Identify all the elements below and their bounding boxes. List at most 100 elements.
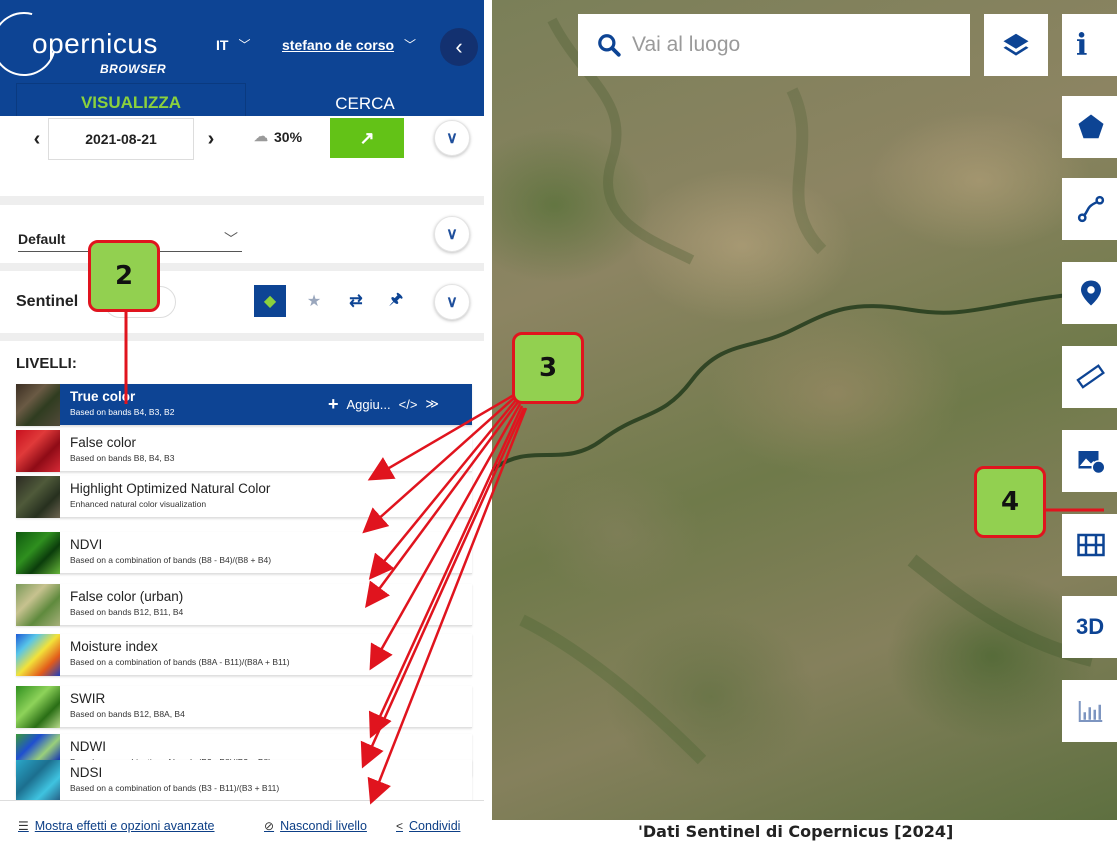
histogram-button[interactable]: [1062, 680, 1117, 742]
header: opernicus BROWSER IT ﹀ stefano de corso …: [0, 0, 484, 128]
annotation-callout-2: 2: [88, 240, 160, 312]
pin-icon[interactable]: 🖈: [380, 285, 412, 317]
divider: [0, 333, 484, 341]
layer-title: False color: [70, 435, 137, 450]
layer-title: Moisture index: [70, 639, 158, 654]
layer-thumbnail: [16, 760, 60, 802]
map-terrain: [492, 17, 1117, 765]
info-button[interactable]: i: [1062, 14, 1117, 76]
date-input[interactable]: 2021-08-21: [48, 118, 194, 160]
star-icon[interactable]: ★: [298, 285, 330, 317]
hide-layer-link[interactable]: ⊘ Nascondi livello: [264, 819, 367, 833]
theme-value: Default: [18, 230, 66, 247]
area-tool-button[interactable]: [1062, 96, 1117, 158]
poi-tool-button[interactable]: [1062, 262, 1117, 324]
image-download-icon: [1078, 451, 1106, 475]
arrow-up-right-icon: ↗: [359, 127, 375, 148]
distance-icon: [1077, 195, 1105, 223]
share-link[interactable]: < Condividi: [396, 819, 460, 833]
cloud-icon: ☁: [254, 128, 268, 144]
chevron-double-down-icon[interactable]: ≫: [425, 396, 439, 412]
chevron-down-icon: ∨: [446, 294, 458, 311]
hide-layer-label: Nascondi livello: [280, 819, 367, 833]
user-name: stefano de corso: [282, 36, 395, 53]
distance-tool-button[interactable]: [1062, 178, 1117, 240]
3d-view-button[interactable]: 3D: [1062, 596, 1117, 658]
chevron-down-icon: ﹀: [404, 38, 417, 52]
code-icon[interactable]: </>: [399, 397, 418, 412]
layer-description: Based on bands B12, B11, B4: [70, 607, 184, 617]
layer-actions: + Aggiu... </> ≫: [328, 395, 439, 413]
layer-description: Enhanced natural color visualization: [70, 499, 207, 509]
layer-title: False color (urban): [70, 589, 184, 604]
layer-description: Based on bands B4, B3, B2: [70, 407, 175, 417]
language-select[interactable]: IT ﹀: [216, 36, 250, 53]
compare-icon[interactable]: ⇄: [340, 285, 372, 317]
chevron-down-icon: ﹀: [238, 38, 251, 52]
timelapse-button[interactable]: [1062, 514, 1117, 576]
share-icon: <: [396, 819, 404, 833]
ruler-icon: [1076, 364, 1105, 389]
app-root: opernicus BROWSER IT ﹀ stefano de corso …: [0, 0, 1117, 846]
layer-item-swir[interactable]: SWIR Based on bands B12, B8A, B4: [16, 686, 472, 728]
divider: [0, 197, 484, 205]
logo-subtitle: BROWSER: [100, 62, 167, 76]
layer-item-false-color[interactable]: False color Based on bands B8, B4, B3: [16, 430, 472, 472]
cloud-cover-filter[interactable]: ☁ 30%: [254, 128, 302, 145]
layer-item-highlight[interactable]: Highlight Optimized Natural Color Enhanc…: [16, 476, 472, 518]
search-icon: [598, 34, 621, 57]
layer-thumbnail: [16, 430, 60, 472]
layer-thumbnail: [16, 686, 60, 728]
layer-title: True color: [70, 389, 136, 404]
add-to-compare-button[interactable]: Aggiu...: [347, 397, 391, 412]
chevron-right-icon: ›: [207, 127, 215, 150]
layer-description: Based on bands B8, B4, B3: [70, 453, 175, 463]
layers-heading: LIVELLI:: [16, 355, 77, 372]
layer-thumbnail: [16, 584, 60, 626]
layer-item-true-color[interactable]: True color Based on bands B4, B3, B2 + A…: [16, 384, 472, 426]
polygon-icon: [1078, 114, 1104, 139]
map-layers-button[interactable]: [984, 14, 1048, 76]
layer-thumbnail: [16, 476, 60, 518]
layer-title: NDVI: [70, 537, 103, 552]
annotation-callout-3: 3: [512, 332, 584, 404]
layers-icon[interactable]: ◆: [254, 285, 286, 317]
layers-icon: [1003, 33, 1029, 56]
collapse-sidebar-button[interactable]: ‹: [440, 28, 478, 66]
search-input[interactable]: [632, 33, 932, 57]
layer-description: Based on a combination of bands (B8A - B…: [70, 657, 290, 667]
info-icon: i: [1076, 27, 1088, 63]
annotation-callout-4: 4: [974, 466, 1046, 538]
cloud-cover-value: 30%: [274, 128, 303, 145]
layer-item-false-color-urban[interactable]: False color (urban) Based on bands B12, …: [16, 584, 472, 626]
layer-thumbnail: [16, 384, 60, 426]
layer-title: SWIR: [70, 691, 106, 706]
share-label: Condividi: [409, 819, 461, 833]
layer-item-moisture-index[interactable]: Moisture index Based on a combination of…: [16, 634, 472, 676]
layer-item-ndvi[interactable]: NDVI Based on a combination of bands (B8…: [16, 532, 472, 574]
histogram-icon: [1078, 701, 1103, 722]
chevron-down-icon: ﹀: [224, 230, 238, 247]
layer-description: Based on a combination of bands (B8 - B4…: [70, 555, 272, 565]
expand-theme-button[interactable]: ∨: [434, 216, 470, 252]
advanced-options-link[interactable]: ☰ Mostra effetti e opzioni avanzate: [18, 819, 215, 833]
user-menu[interactable]: stefano de corso ﹀: [282, 36, 416, 53]
logo-text: opernicus: [32, 28, 158, 59]
language-value: IT: [216, 36, 229, 53]
measure-tool-button[interactable]: [1062, 346, 1117, 408]
expand-source-button[interactable]: ∨: [434, 284, 470, 320]
layer-item-ndsi[interactable]: NDSI Based on a combination of bands (B3…: [16, 760, 472, 802]
plus-icon[interactable]: +: [328, 395, 339, 413]
chevron-down-icon: ∨: [446, 226, 458, 243]
chevron-left-icon: ‹: [33, 127, 41, 150]
sliders-icon: ☰: [18, 819, 29, 833]
next-date-button[interactable]: ›: [196, 124, 226, 154]
copernicus-logo[interactable]: opernicus BROWSER: [0, 0, 180, 88]
location-search[interactable]: [578, 14, 970, 76]
image-download-button[interactable]: [1062, 430, 1117, 492]
poi-icon: [1081, 280, 1101, 306]
map-view[interactable]: i: [492, 0, 1117, 820]
expand-date-button[interactable]: ∨: [434, 120, 470, 156]
chevron-left-icon: ‹: [455, 34, 463, 59]
search-date-button[interactable]: ↗: [330, 118, 404, 158]
